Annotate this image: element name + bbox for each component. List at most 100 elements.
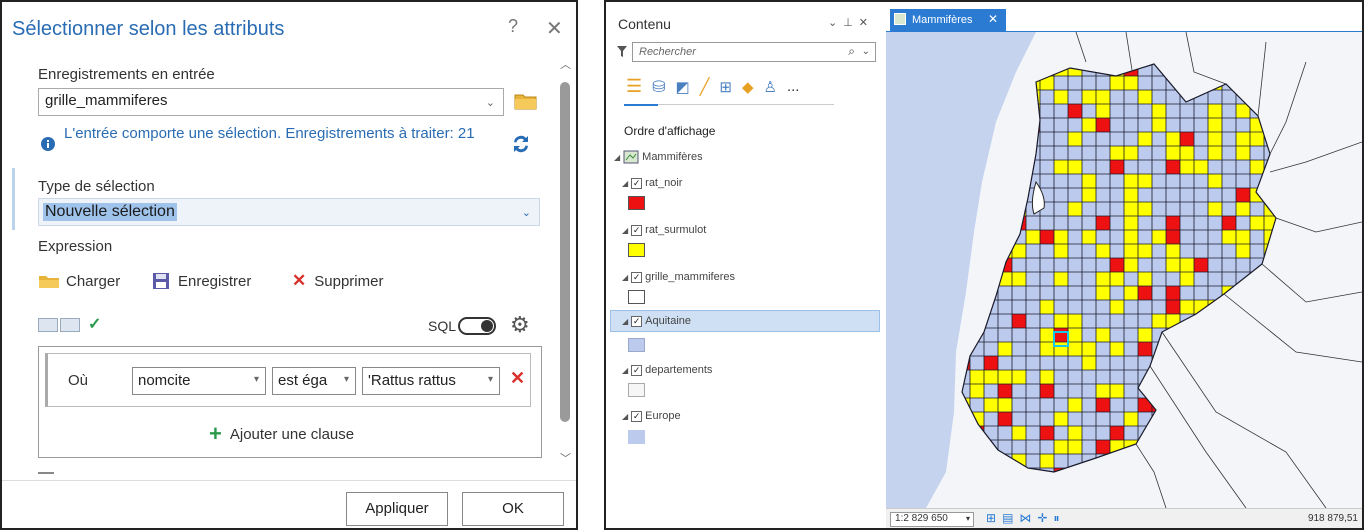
selection-list-icon[interactable]: ◩ bbox=[676, 78, 690, 96]
occurrence-cell bbox=[1166, 146, 1180, 160]
expand-arrow-icon[interactable]: ◢ bbox=[622, 366, 628, 375]
occurrence-cell bbox=[1054, 342, 1068, 356]
ok-button[interactable]: OK bbox=[462, 492, 564, 526]
occurrence-cell bbox=[1096, 440, 1110, 454]
occurrence-cell bbox=[998, 244, 1012, 258]
occurrence-cell bbox=[998, 398, 1012, 412]
occurrence-cell bbox=[1012, 426, 1026, 440]
operator-dropdown[interactable]: est éga ▾ bbox=[272, 367, 356, 395]
occurrence-cell bbox=[1152, 314, 1166, 328]
dialog-scrollbar[interactable]: ︿ ﹀ bbox=[558, 54, 572, 466]
occurrence-cell bbox=[1166, 398, 1180, 412]
occurrence-cell bbox=[1166, 64, 1180, 76]
load-button[interactable]: Charger bbox=[38, 270, 120, 292]
help-icon[interactable]: ? bbox=[508, 16, 518, 37]
occurrence-cell bbox=[1152, 440, 1166, 454]
visibility-checkbox[interactable]: ✓ bbox=[631, 177, 643, 189]
crosshair-tool-icon[interactable]: ✛ bbox=[1037, 511, 1047, 526]
occurrence-cell bbox=[1026, 104, 1040, 118]
draw-order-icon[interactable]: ☰ bbox=[626, 76, 642, 97]
occurrence-cell bbox=[1222, 216, 1236, 230]
scale-dropdown[interactable]: 1:2 829 650 ▾ bbox=[890, 512, 974, 527]
expand-arrow-icon[interactable]: ◢ bbox=[614, 153, 620, 162]
expand-arrow-icon[interactable]: ◢ bbox=[622, 317, 628, 326]
validate-checkmark-icon[interactable]: ✓ bbox=[88, 314, 101, 334]
add-clause-button[interactable]: + Ajouter une clause bbox=[209, 421, 354, 447]
contents-search-input[interactable]: Rechercher ⌕ ⌄ bbox=[632, 42, 876, 62]
expand-arrow-icon[interactable]: ◢ bbox=[622, 179, 628, 188]
occurrence-cell bbox=[1012, 160, 1026, 174]
value-dropdown[interactable]: 'Rattus rattus ▾ bbox=[362, 367, 500, 395]
expression-mode-icon[interactable] bbox=[60, 318, 80, 332]
expand-arrow-icon[interactable]: ◢ bbox=[622, 273, 628, 282]
map-tab[interactable]: Mammifères ✕ bbox=[890, 9, 1006, 31]
scroll-down-icon[interactable]: ﹀ bbox=[560, 450, 571, 466]
snap-tool-icon[interactable]: ⋈ bbox=[1019, 511, 1031, 526]
input-records-dropdown[interactable]: grille_mammiferes ⌄ bbox=[38, 88, 504, 116]
field-value: nomcite bbox=[138, 372, 191, 389]
map-node[interactable]: ◢ Mammifères bbox=[614, 150, 703, 164]
occurrence-cell bbox=[1236, 440, 1250, 454]
occurrence-cell bbox=[1236, 384, 1250, 398]
data-source-icon[interactable]: ⛁ bbox=[652, 77, 665, 97]
clause-where-label: Où bbox=[68, 372, 89, 389]
visibility-checkbox[interactable]: ✓ bbox=[631, 271, 643, 283]
settings-gear-icon[interactable]: ⚙ bbox=[510, 312, 530, 338]
occurrence-cell bbox=[1180, 258, 1194, 272]
scroll-thumb[interactable] bbox=[560, 82, 570, 422]
close-icon[interactable]: ✕ bbox=[546, 16, 563, 41]
occurrence-cell bbox=[1264, 202, 1276, 216]
layer-aquitaine[interactable]: ◢ ✓ Aquitaine bbox=[622, 315, 691, 327]
occurrence-cell bbox=[1236, 132, 1250, 146]
expand-arrow-icon[interactable]: ◢ bbox=[622, 226, 628, 235]
search-icon[interactable]: ⌕ bbox=[848, 44, 855, 59]
delete-label: Supprimer bbox=[314, 272, 384, 290]
sql-toggle[interactable] bbox=[458, 317, 496, 335]
browse-folder-icon[interactable] bbox=[514, 91, 538, 111]
chevron-down-icon: ▾ bbox=[965, 514, 970, 523]
close-tab-icon[interactable]: ✕ bbox=[988, 12, 998, 26]
draw-order-heading: Ordre d'affichage bbox=[624, 124, 716, 138]
filter-icon[interactable] bbox=[616, 45, 628, 59]
field-dropdown[interactable]: nomcite ▾ bbox=[132, 367, 266, 395]
visibility-checkbox[interactable]: ✓ bbox=[631, 315, 643, 327]
pane-controls[interactable]: ⌄⊥✕ bbox=[828, 16, 874, 29]
expression-mode-icon[interactable] bbox=[38, 318, 58, 332]
grid-tool-icon[interactable]: ⊞ bbox=[986, 511, 996, 526]
snapping-icon[interactable]: ⊞ bbox=[719, 78, 732, 96]
pause-draw-icon[interactable]: ⏸ bbox=[1053, 511, 1059, 526]
apply-button[interactable]: Appliquer bbox=[346, 492, 448, 526]
layer-europe[interactable]: ◢ ✓ Europe bbox=[622, 410, 681, 422]
delete-button[interactable]: ✕ Supprimer bbox=[292, 270, 383, 292]
visibility-checkbox[interactable]: ✓ bbox=[631, 224, 643, 236]
occurrence-cell bbox=[998, 118, 1012, 132]
layer-rat-surmulot[interactable]: ◢ ✓ rat_surmulot bbox=[622, 224, 706, 236]
occurrence-cell bbox=[1180, 356, 1194, 370]
save-button[interactable]: Enregistrer bbox=[152, 270, 251, 292]
occurrence-cell bbox=[1068, 328, 1082, 342]
layer-grille-mammiferes[interactable]: ◢ ✓ grille_mammiferes bbox=[622, 271, 735, 283]
scroll-up-icon[interactable]: ︿ bbox=[560, 56, 571, 72]
map-canvas[interactable] bbox=[886, 32, 1362, 508]
chevron-down-icon[interactable]: ⌄ bbox=[862, 46, 870, 57]
occurrence-cell bbox=[1208, 342, 1222, 356]
map-svg[interactable] bbox=[886, 32, 1362, 508]
selection-type-dropdown[interactable]: Nouvelle sélection ⌄ bbox=[38, 198, 540, 226]
remove-clause-icon[interactable]: ✕ bbox=[510, 368, 525, 389]
editing-pencil-icon[interactable]: ╱ bbox=[700, 77, 710, 97]
layer-rat-noir[interactable]: ◢ ✓ rat_noir bbox=[622, 177, 682, 189]
occurrence-cell bbox=[970, 412, 984, 426]
refresh-icon[interactable] bbox=[510, 132, 532, 156]
occurrence-cell bbox=[1012, 118, 1026, 132]
layer-departements[interactable]: ◢ ✓ departements bbox=[622, 364, 712, 376]
table-tool-icon[interactable]: ▤ bbox=[1002, 511, 1013, 526]
visibility-checkbox[interactable]: ✓ bbox=[631, 364, 643, 376]
visibility-checkbox[interactable]: ✓ bbox=[631, 410, 643, 422]
occurrence-cell bbox=[1208, 118, 1222, 132]
occurrence-cell bbox=[1236, 230, 1250, 244]
expand-arrow-icon[interactable]: ◢ bbox=[622, 412, 628, 421]
occurrence-cell bbox=[1068, 440, 1082, 454]
perspective-icon[interactable]: ♙ bbox=[764, 78, 777, 96]
more-options-icon[interactable]: ... bbox=[787, 78, 800, 95]
labeling-icon[interactable]: ◆ bbox=[742, 78, 754, 96]
